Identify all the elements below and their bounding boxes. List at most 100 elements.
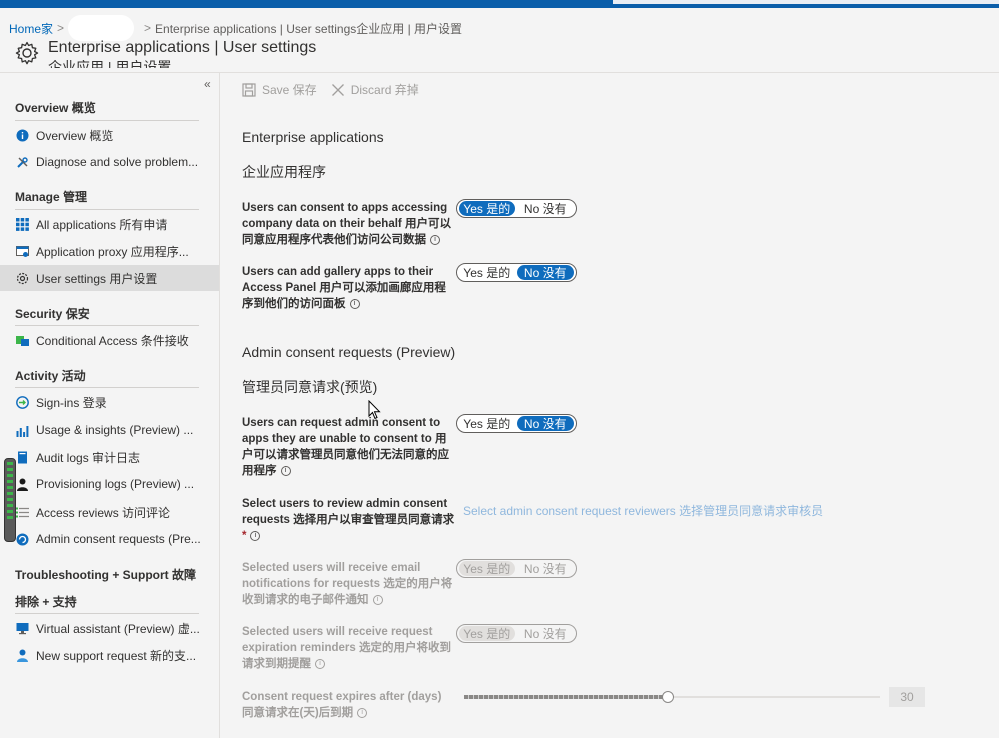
toggle-yes-option[interactable]: Yes 是的	[459, 626, 515, 641]
info-icon[interactable]: i	[315, 658, 325, 669]
email-notifications-toggle[interactable]: Yes 是的 No 没有	[456, 559, 577, 578]
page-subtitle: 企业应用 | 用户设置	[48, 60, 172, 68]
section-divider	[15, 325, 199, 326]
select-reviewers-link[interactable]: Select admin consent request reviewers 选…	[463, 502, 823, 519]
sidebar-item-label: Provisioning logs (Preview) ...	[36, 477, 195, 491]
sidebar-item-label: Access reviews 访问评论	[36, 505, 171, 520]
person-icon	[15, 477, 29, 491]
save-button-label: Save 保存	[262, 83, 317, 97]
toggle-no-option[interactable]: No 没有	[517, 561, 574, 576]
section-divider	[15, 120, 199, 121]
sidebar-item-access-reviews[interactable]: Access reviews 访问评论	[0, 499, 219, 525]
sidebar-item-diagnose[interactable]: Diagnose and solve problem...	[0, 149, 219, 175]
sidebar-item-label: Application proxy 应用程序...	[36, 244, 189, 259]
gallery-apps-toggle[interactable]: Yes 是的 No 没有	[456, 263, 577, 282]
discard-button-label: Discard 弃掉	[350, 83, 419, 97]
close-icon	[331, 83, 344, 96]
info-icon[interactable]: i	[349, 298, 360, 309]
sidebar-item-provisioning-logs[interactable]: Provisioning logs (Preview) ...	[0, 471, 219, 497]
consent-toggle[interactable]: Yes 是的 No 没有	[456, 199, 577, 218]
discard-button[interactable]: Discard 弃掉	[331, 81, 419, 98]
section-security: Security 保安	[15, 307, 90, 321]
toggle-no-option[interactable]: No 没有	[516, 416, 574, 431]
sidebar-item-admin-consent-requests[interactable]: Admin consent requests (Pre...	[0, 526, 219, 552]
sidebar-item-label: Overview 概览	[36, 128, 114, 143]
section-divider	[15, 387, 199, 388]
sidebar-item-label: Sign-ins 登录	[36, 395, 107, 410]
info-icon	[15, 128, 29, 142]
save-button[interactable]: Save 保存	[242, 81, 317, 98]
sidebar-item-virtual-assistant[interactable]: Virtual assistant (Preview) 虚...	[0, 615, 219, 641]
grid-icon	[15, 217, 29, 231]
slider-thumb[interactable]	[662, 691, 674, 703]
info-icon[interactable]: i	[430, 234, 440, 245]
toggle-no-option[interactable]: No 没有	[516, 265, 574, 280]
required-marker: *	[242, 530, 247, 542]
toggle-no-option[interactable]: No 没有	[517, 626, 574, 641]
sidebar-item-usage-insights[interactable]: Usage & insights (Preview) ...	[0, 417, 219, 443]
sidebar-item-label: Virtual assistant (Preview) 虚...	[36, 621, 200, 636]
breadcrumb-separator: >	[144, 21, 152, 35]
section-troubleshooting-continued: 排除 + 支持	[15, 595, 77, 609]
section-divider	[15, 209, 199, 210]
expiry-days-slider[interactable]	[464, 691, 880, 703]
breadcrumb-current: Enterprise applications | User settings企…	[155, 21, 463, 36]
section-activity: Activity 活动	[15, 369, 86, 383]
sidebar-item-label: All applications 所有申请	[36, 217, 168, 232]
toggle-yes-option[interactable]: Yes 是的	[459, 201, 515, 216]
sidebar-item-label: Usage & insights (Preview) ...	[36, 423, 194, 437]
slider-fill	[464, 695, 668, 699]
refresh-icon	[15, 532, 29, 546]
expiration-reminders-toggle[interactable]: Yes 是的 No 没有	[456, 624, 577, 643]
section-title-admin-consent: Admin consent requests (Preview)	[242, 344, 456, 360]
section-troubleshooting: Troubleshooting + Support 故障	[15, 568, 196, 582]
gear-icon	[15, 41, 39, 65]
toggle-yes-option[interactable]: Yes 是的	[459, 416, 515, 431]
redacted-breadcrumb[interactable]	[68, 15, 135, 41]
sidebar-item-label: Diagnose and solve problem...	[36, 155, 199, 169]
volume-overlay-indicator	[4, 458, 16, 542]
breadcrumb-home[interactable]: Home家	[9, 20, 53, 37]
request-expiry-label: Consent request expires after (days) 同意请…	[242, 691, 442, 719]
info-icon[interactable]: i	[250, 530, 261, 541]
info-icon[interactable]: i	[357, 707, 368, 718]
section-title-admin-consent-zh: 管理员同意请求(预览)	[242, 379, 378, 395]
wrench-icon	[15, 155, 29, 169]
sidebar-item-application-proxy[interactable]: Application proxy 应用程序...	[0, 238, 219, 264]
section-overview: Overview 概览	[15, 101, 96, 115]
page-header: Enterprise applications | User settings …	[14, 40, 316, 68]
portal-top-bar	[0, 0, 999, 8]
sidebar-item-sign-ins[interactable]: Sign-ins 登录	[0, 389, 219, 415]
toggle-yes-option[interactable]: Yes 是的	[459, 265, 515, 280]
reviewers-label: Select users to review admin consent req…	[242, 498, 455, 542]
sidebar-item-user-settings[interactable]: User settings 用户设置	[0, 265, 219, 291]
section-title-enterprise-applications-zh: 企业应用程序	[242, 164, 326, 180]
save-icon	[242, 82, 256, 97]
bar-chart-icon	[15, 423, 29, 437]
collapse-sidebar-button[interactable]: «	[204, 77, 211, 91]
sidebar-item-audit-logs[interactable]: Audit logs 审计日志	[0, 444, 219, 470]
toggle-yes-option[interactable]: Yes 是的	[459, 561, 515, 576]
sidebar: « Overview 概览 Overview 概览 Diagnose and s…	[0, 73, 220, 738]
sidebar-item-label: User settings 用户设置	[36, 271, 158, 286]
info-icon[interactable]: i	[280, 465, 291, 476]
sidebar-item-conditional-access[interactable]: Conditional Access 条件接收	[0, 327, 219, 353]
sidebar-item-label: Admin consent requests (Pre...	[36, 532, 201, 546]
section-divider	[15, 613, 199, 614]
section-title-enterprise-applications: Enterprise applications	[242, 129, 384, 145]
section-manage: Manage 管理	[15, 190, 88, 204]
page-title: Enterprise applications | User settings	[48, 39, 317, 56]
sidebar-item-label: New support request 新的支...	[36, 648, 197, 663]
checklist-icon	[15, 505, 29, 519]
breadcrumb: Home家 > > Enterprise applications | User…	[9, 15, 462, 41]
info-icon[interactable]: i	[372, 594, 383, 605]
mouse-cursor-icon	[368, 400, 381, 420]
sign-in-icon	[15, 395, 29, 409]
expiry-days-value[interactable]: 30	[889, 687, 925, 707]
sidebar-item-all-applications[interactable]: All applications 所有申请	[0, 211, 219, 237]
email-notifications-label: Selected users will receive email notifi…	[242, 562, 453, 606]
request-admin-consent-toggle[interactable]: Yes 是的 No 没有	[456, 414, 577, 433]
toggle-no-option[interactable]: No 没有	[517, 201, 574, 216]
sidebar-item-overview[interactable]: Overview 概览	[0, 122, 219, 148]
sidebar-item-new-support-request[interactable]: New support request 新的支...	[0, 642, 219, 668]
